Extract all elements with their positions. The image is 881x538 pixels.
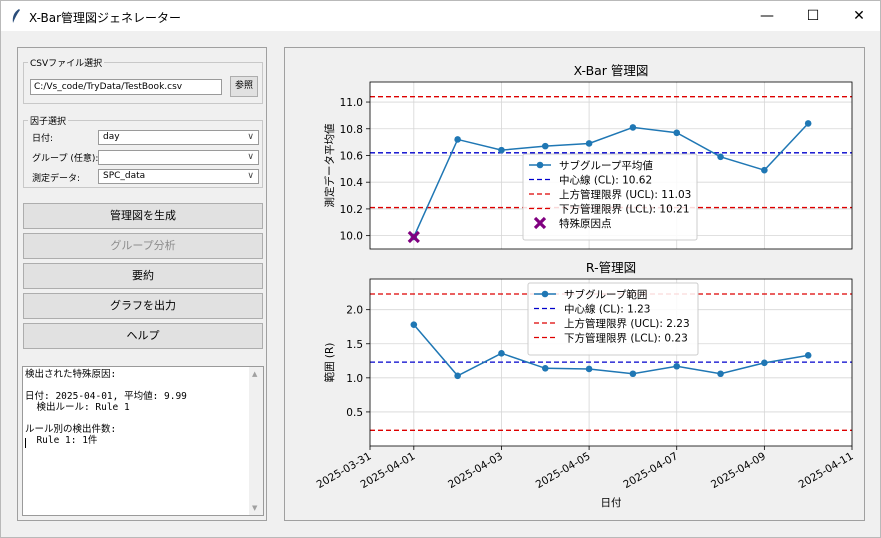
x-axis-label: 日付 [601,496,622,509]
minimize-icon: — [760,8,774,24]
legend-label: 特殊原因点 [559,217,612,230]
data-point [629,124,637,131]
chevron-down-icon: ∨ [247,171,254,181]
x-tick-label: 2025-04-07 [621,450,680,491]
measure-field-label: 測定データ: [32,174,81,184]
data-point [761,359,768,367]
data-point [454,372,461,380]
title-bar: X-Bar管理図ジェネレーター — ☐ ✕ [1,1,880,31]
x-tick-label: 2025-04-09 [709,450,768,491]
data-point [498,349,505,357]
measure-select-value: SPC_data [103,171,146,181]
scroll-down-icon[interactable]: ▼ [252,504,257,512]
data-point [585,365,593,373]
data-point [673,362,681,370]
y-tick-label: 1.0 [346,373,363,385]
y-tick-label: 11.0 [340,97,363,109]
control-charts: 10.0 10.2 10.4 10.6 10.8 11.0 X-Bar 管理図測定データ平均… [315,63,856,509]
factor-group: 因子選択 日付: day ∨ グループ (任意): ∨ 測定データ: SPC_da… [23,114,263,188]
x-tick-label: 2025-04-03 [446,450,505,491]
result-log[interactable]: 検出された特殊原因: 日付: 2025-04-01, 平均値: 9.99 検出ル… [22,366,264,516]
data-point [498,146,505,154]
log-scrollbar[interactable]: ▲ ▼ [249,367,263,515]
group-analysis-button[interactable]: グループ分析 [23,233,263,259]
chevron-down-icon: ∨ [247,132,254,142]
text-caret [25,438,26,448]
csv-group-label: CSVファイル選択 [28,56,105,69]
data-point [673,129,681,137]
result-log-text: 検出された特殊原因: 日付: 2025-04-01, 平均値: 9.99 検出ル… [25,369,187,446]
legend-label: 下方管理限界 (LCL): 10.21 [559,203,690,216]
data-point [410,321,418,328]
date-select[interactable]: day ∨ [98,130,259,145]
data-point [541,364,549,372]
feather-icon [12,9,20,23]
chart-panel: 10.0 10.2 10.4 10.6 10.8 11.0 X-Bar 管理図測定データ平均… [284,47,865,521]
chevron-down-icon: ∨ [247,152,254,162]
legend-swatch [541,290,549,298]
csv-group: CSVファイル選択 C:/Vs_code/TryData/TestBook.cs… [23,56,263,104]
data-point [585,140,593,147]
y-axis-label: 測定データ平均値 [323,123,336,207]
data-point [717,153,724,161]
factor-group-label: 因子選択 [28,114,69,127]
y-axis-label: 範囲 (R) [323,343,336,383]
browse-button[interactable]: 参照 [230,76,258,97]
help-button[interactable]: ヘルプ [23,323,263,349]
y-tick-label: 10.6 [340,150,364,162]
chart-title: R-管理図 [586,260,636,275]
legend-label: 中心線 (CL): 10.62 [559,174,652,187]
legend-label: 下方管理限界 (LCL): 0.23 [564,332,688,345]
y-tick-label: 0.5 [346,407,363,419]
y-tick-label: 10.4 [340,177,364,189]
generate-chart-button[interactable]: 管理図を生成 [23,203,263,229]
legend-label: サブグループ平均値 [559,159,653,172]
app-window: X-Bar管理図ジェネレーター — ☐ ✕ CSVファイル選択 C:/Vs_co… [0,0,881,538]
y-tick-label: 1.5 [346,339,363,351]
date-field-label: 日付: [32,134,54,144]
legend-label: 上方管理限界 (UCL): 11.03 [559,188,691,201]
minimize-button[interactable]: — [744,1,790,31]
y-tick-label: 10.0 [340,231,363,243]
y-tick-label: 10.8 [340,124,363,136]
date-select-value: day [103,132,120,142]
data-point [541,142,549,150]
y-tick-label: 2.0 [346,305,363,317]
maximize-button[interactable]: ☐ [790,1,836,31]
close-button[interactable]: ✕ [836,1,881,31]
close-icon: ✕ [853,8,865,24]
chart-title: X-Bar 管理図 [574,63,649,78]
legend-label: 上方管理限界 (UCL): 2.23 [564,317,690,330]
x-tick-label: 2025-04-11 [797,450,856,491]
x-tick-label: 2025-04-05 [534,450,593,491]
control-panel: CSVファイル選択 C:/Vs_code/TryData/TestBook.cs… [17,47,267,521]
summary-button[interactable]: 要約 [23,263,263,289]
group-select[interactable]: ∨ [98,150,259,165]
measure-select[interactable]: SPC_data ∨ [98,169,259,184]
export-graph-button[interactable]: グラフを出力 [23,293,263,319]
data-point [804,352,812,359]
data-point [717,370,724,378]
legend-swatch [536,161,544,169]
group-field-label: グループ (任意): [32,154,99,164]
legend-label: 中心線 (CL): 1.23 [564,303,650,316]
data-point [629,370,637,378]
data-point [804,120,812,127]
maximize-icon: ☐ [806,8,820,24]
data-point [454,136,461,143]
window-title: X-Bar管理図ジェネレーター [29,11,182,25]
y-tick-label: 10.2 [340,204,363,216]
scroll-up-icon[interactable]: ▲ [252,370,257,378]
csv-path-input[interactable]: C:/Vs_code/TryData/TestBook.csv [30,79,222,95]
legend-label: サブグループ範囲 [564,288,647,301]
data-point [761,166,768,174]
